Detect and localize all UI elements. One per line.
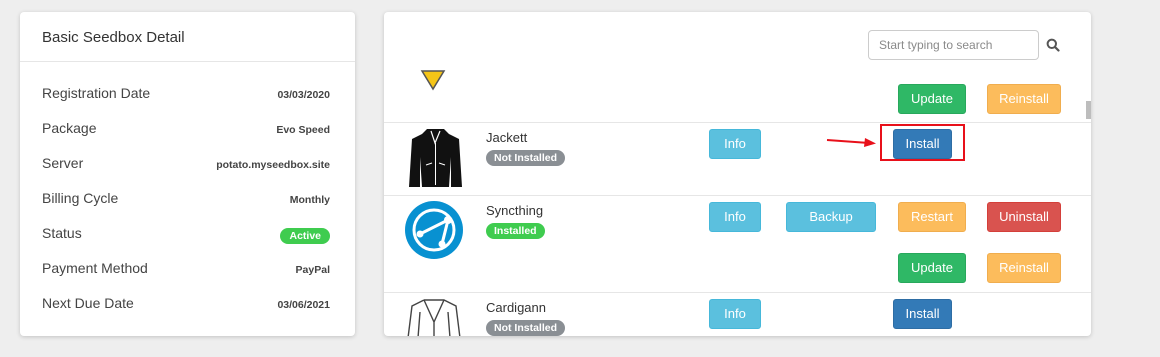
status-badge: Not Installed [486,150,566,166]
detail-value: potato.myseedbox.site [216,159,330,171]
row-divider [384,122,1091,123]
detail-label: Billing Cycle [42,190,119,206]
detail-row-payment-method: Payment Method PayPal [42,260,330,280]
status-badge: Installed [486,223,545,239]
row-divider [384,292,1091,293]
app-name: Cardigann [486,300,546,315]
detail-row-registration-date: Registration Date 03/03/2020 [42,85,330,105]
apps-card: Update Reinstall Jackett Not Installed I… [384,12,1091,336]
info-button[interactable]: Info [709,299,761,329]
reinstall-button[interactable]: Reinstall [987,84,1061,114]
detail-value: Evo Speed [276,124,330,136]
reinstall-button[interactable]: Reinstall [987,253,1061,283]
install-button[interactable]: Install [893,299,952,329]
info-button[interactable]: Info [709,129,761,159]
detail-row-package: Package Evo Speed [42,120,330,140]
detail-label: Next Due Date [42,295,134,311]
detail-value: 03/06/2021 [277,299,330,311]
info-button[interactable]: Info [709,202,761,232]
syncthing-logo-icon [405,201,463,259]
search-icon[interactable] [1046,38,1060,52]
cardigann-cardigan-icon [407,299,461,336]
detail-label: Payment Method [42,260,148,276]
search-input[interactable] [868,30,1039,60]
backup-button[interactable]: Backup [786,202,876,232]
row-divider [384,195,1091,196]
app-logo-triangle-icon [420,70,446,91]
update-button[interactable]: Update [898,253,966,283]
update-button[interactable]: Update [898,84,966,114]
detail-row-server: Server potato.myseedbox.site [42,155,330,175]
detail-value: PayPal [295,264,330,276]
app-name: Syncthing [486,203,544,218]
uninstall-button[interactable]: Uninstall [987,202,1061,232]
restart-button[interactable]: Restart [898,202,966,232]
annotation-arrow-icon [826,138,876,147]
install-button[interactable]: Install [893,129,952,159]
detail-card-title: Basic Seedbox Detail [20,12,355,62]
status-badge: Not Installed [486,320,566,336]
detail-label: Registration Date [42,85,151,101]
seedbox-detail-card: Basic Seedbox Detail Registration Date 0… [20,12,355,336]
detail-value: Monthly [289,194,330,206]
detail-row-status: Status Active [42,225,330,245]
detail-label: Package [42,120,97,136]
detail-value: 03/03/2020 [277,89,330,101]
jackett-jacket-icon [409,129,462,187]
scrollbar-thumb[interactable] [1086,101,1091,119]
detail-row-next-due-date: Next Due Date 03/06/2021 [42,295,330,315]
detail-label: Server [42,155,84,171]
status-badge: Active [280,228,330,244]
detail-label: Status [42,225,82,241]
detail-row-billing-cycle: Billing Cycle Monthly [42,190,330,210]
app-name: Jackett [486,130,528,145]
